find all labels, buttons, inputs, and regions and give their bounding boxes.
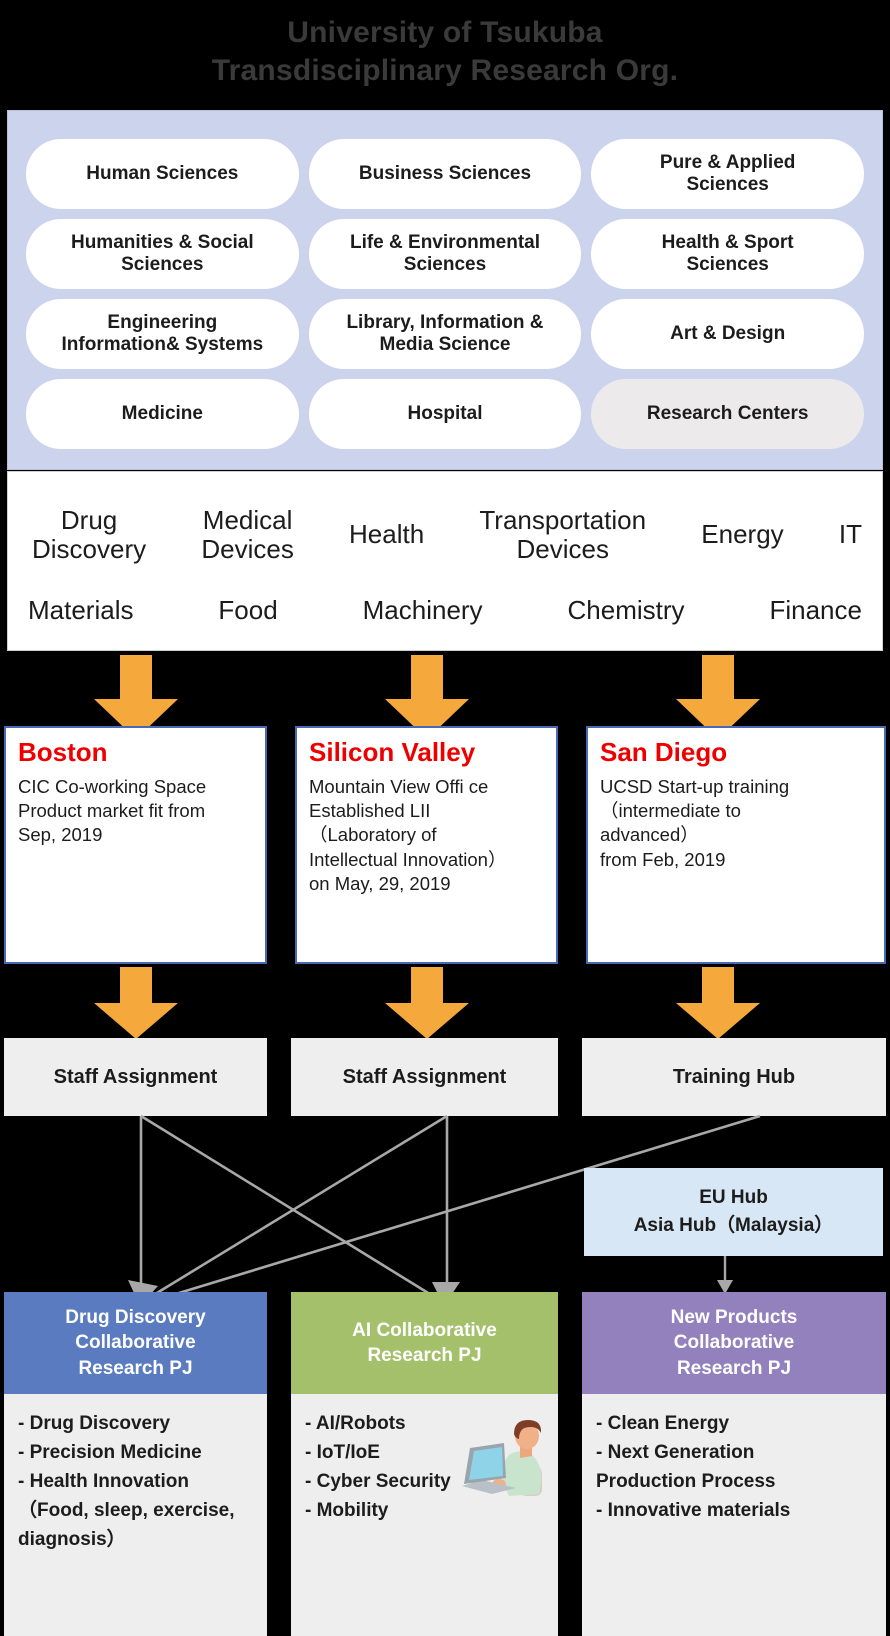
department-pill[interactable]: Engineering Information& Systems <box>26 299 299 369</box>
department-pill[interactable]: Human Sciences <box>26 139 299 209</box>
down-arrow-icon-training-hub <box>676 967 760 1039</box>
department-pill-research-centers[interactable]: Research Centers <box>591 379 864 449</box>
research-field: Materials <box>28 595 134 626</box>
research-field: Medical Devices <box>201 504 294 564</box>
department-pill[interactable]: Business Sciences <box>308 139 582 209</box>
project-item: - Health Innovation （Food, sleep, exerci… <box>18 1470 235 1550</box>
department-pill[interactable]: Health & Sport Sciences <box>591 219 864 289</box>
departments-grid: Human Sciences Business Sciences Pure & … <box>26 139 864 449</box>
page-title-line2: Transdisciplinary Research Org. <box>211 54 679 87</box>
project-title: New Products Collaborative Research PJ <box>582 1292 886 1394</box>
connector-staff1-to-ai <box>140 1114 434 1298</box>
page-title: University of Tsukuba Transdisciplinary … <box>0 0 890 104</box>
research-field: Health <box>349 519 425 550</box>
page-title-line1: University of Tsukuba <box>287 15 603 49</box>
hub-box-training-hub[interactable]: Training Hub <box>582 1038 886 1116</box>
project-item: - Next Generation Production Process <box>596 1441 776 1492</box>
research-field: Finance <box>769 595 862 626</box>
project-item: - Clean Energy <box>596 1413 730 1434</box>
hub-box-staff-assignment-2[interactable]: Staff Assignment <box>291 1038 558 1116</box>
project-title: AI Collaborative Research PJ <box>291 1292 558 1394</box>
regional-hub-line2: Asia Hub（Malaysia） <box>633 1215 834 1236</box>
location-description: CIC Co-working Space Product market fit … <box>18 775 207 846</box>
project-items: - AI/Robots - IoT/IoE - Cyber Security -… <box>291 1394 558 1636</box>
down-arrow-icon-staff-1 <box>94 967 178 1039</box>
down-arrow-icon-new-products <box>717 1256 733 1294</box>
research-field: Machinery <box>362 595 483 626</box>
research-field: IT <box>838 519 862 550</box>
location-card-boston[interactable]: Boston CIC Co-working Space Product mark… <box>4 726 267 964</box>
regional-hub-line1: EU Hub <box>699 1186 768 1208</box>
department-pill[interactable]: Art & Design <box>591 299 864 369</box>
project-column-new-products[interactable]: New Products Collaborative Research PJ -… <box>582 1292 886 1636</box>
project-item: - Drug Discovery <box>18 1413 171 1434</box>
person-with-laptop-icon <box>462 1420 542 1496</box>
hub-box-staff-assignment-1[interactable]: Staff Assignment <box>4 1038 267 1116</box>
departments-panel: Human Sciences Business Sciences Pure & … <box>7 110 883 470</box>
project-item: - Precision Medicine <box>18 1441 202 1463</box>
location-description: UCSD Start-up training （intermediate to … <box>600 775 790 870</box>
department-pill[interactable]: Humanities & Social Sciences <box>26 219 299 289</box>
location-card-silicon-valley[interactable]: Silicon Valley Mountain View Offi ce Est… <box>295 726 558 964</box>
location-card-san-diego[interactable]: San Diego UCSD Start-up training （interm… <box>586 726 886 964</box>
project-column-ai[interactable]: AI Collaborative Research PJ - AI/Robots… <box>291 1292 558 1636</box>
location-description: Mountain View Offi ce Established LII （L… <box>309 775 507 895</box>
location-name: San Diego <box>600 737 728 767</box>
regional-hub-box[interactable]: EU Hub Asia Hub（Malaysia） <box>584 1168 883 1256</box>
research-fields-panel: Drug Discovery Medical Devices Health Tr… <box>7 471 883 651</box>
project-item: - Innovative materials <box>596 1499 791 1521</box>
connector-staff2-to-drug <box>151 1114 448 1298</box>
research-field: Chemistry <box>567 595 685 626</box>
department-pill[interactable]: Hospital <box>308 379 582 449</box>
project-column-drug-discovery[interactable]: Drug Discovery Collaborative Research PJ… <box>4 1292 267 1636</box>
location-name: Boston <box>18 737 108 767</box>
research-fields-row-2: Materials Food Machinery Chemistry Finan… <box>24 584 866 638</box>
research-fields-row-1: Drug Discovery Medical Devices Health Tr… <box>24 486 866 584</box>
department-pill[interactable]: Life & Environmental Sciences <box>308 219 582 289</box>
project-items: - Clean Energy - Next Generation Product… <box>582 1394 886 1636</box>
project-items: - Drug Discovery - Precision Medicine - … <box>4 1394 267 1636</box>
location-name: Silicon Valley <box>309 737 476 767</box>
diagram-root: University of Tsukuba Transdisciplinary … <box>0 0 890 1636</box>
down-arrow-icon-staff-2 <box>385 967 469 1039</box>
research-field: Energy <box>701 519 784 550</box>
research-field: Drug Discovery <box>32 504 147 564</box>
department-pill[interactable]: Pure & Applied Sciences <box>591 139 864 209</box>
department-pill[interactable]: Medicine <box>26 379 299 449</box>
research-field: Transportation Devices <box>479 504 647 564</box>
research-field: Food <box>218 595 278 626</box>
project-title: Drug Discovery Collaborative Research PJ <box>4 1292 267 1394</box>
department-pill[interactable]: Library, Information & Media Science <box>308 299 582 369</box>
